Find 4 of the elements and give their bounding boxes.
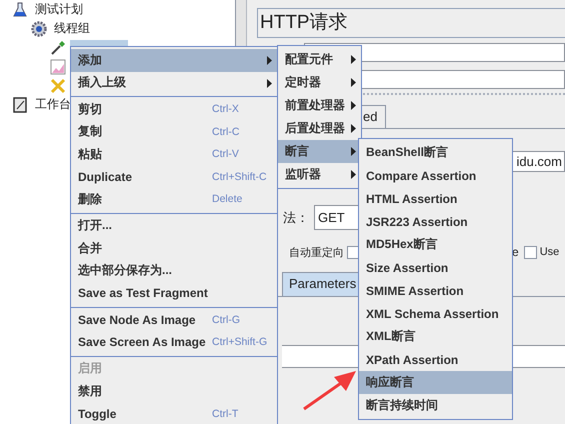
checkbox-label: 自动重定向 — [289, 246, 344, 260]
method-label: 法： — [283, 208, 310, 226]
checkbox-label: Use — [540, 246, 560, 258]
panel-title: HTTP请求 — [257, 8, 565, 38]
